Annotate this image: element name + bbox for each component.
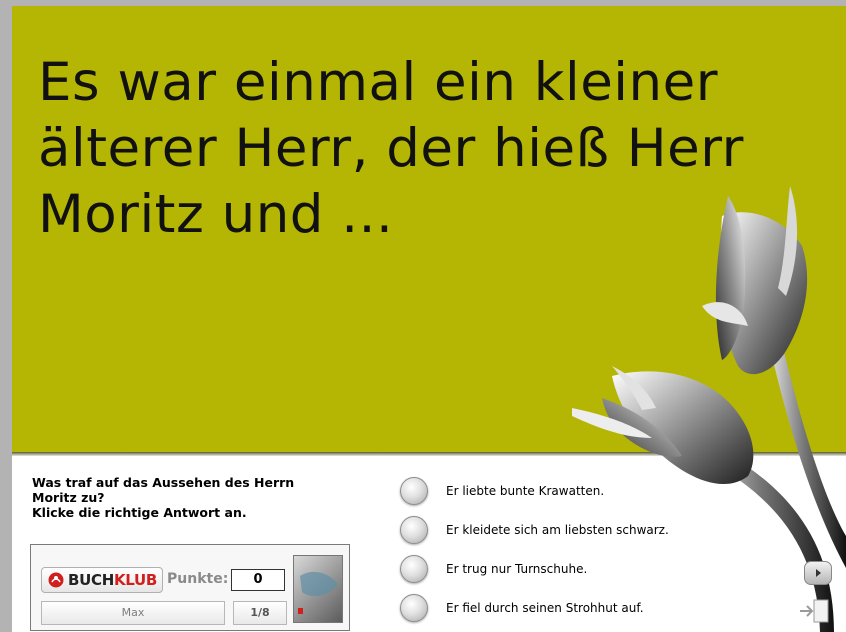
points-value: 0 <box>231 569 285 591</box>
answer-label: Er kleidete sich am liebsten schwarz. <box>446 523 669 537</box>
player-name: Max <box>41 601 225 625</box>
book-cover-image <box>293 555 343 623</box>
question-line: Moritz zu? <box>32 490 105 505</box>
radio-button[interactable] <box>400 594 428 622</box>
points-label: Punkte: <box>167 571 229 587</box>
answer-option[interactable]: Er kleidete sich am liebsten schwarz. <box>400 514 720 546</box>
answer-label: Er liebte bunte Krawatten. <box>446 484 605 498</box>
answer-label: Er fiel durch seinen Strohhut auf. <box>446 601 644 615</box>
book-cover-art <box>298 571 338 614</box>
play-triangle-icon <box>816 569 821 577</box>
logo-text-buch: BUCH <box>68 571 114 589</box>
next-button[interactable] <box>804 561 832 585</box>
logo-text-klub: KLUB <box>113 571 158 589</box>
exit-door-icon <box>800 599 829 623</box>
buchklub-logo-icon <box>48 572 64 588</box>
story-line: Es war einmal ein kleiner <box>38 52 719 113</box>
answer-option[interactable]: Er trug nur Turnschuhe. <box>400 553 720 585</box>
exit-button[interactable] <box>798 596 832 626</box>
score-panel: BUCHKLUB Punkte: 0 Max 1/8 <box>30 544 350 631</box>
page-counter: 1/8 <box>233 601 287 625</box>
radio-button[interactable] <box>400 516 428 544</box>
answer-option[interactable]: Er fiel durch seinen Strohhut auf. <box>400 592 720 624</box>
logo-text: BUCHKLUB <box>68 571 157 589</box>
story-line: älterer Herr, der hieß Herr <box>38 118 744 179</box>
question-text: Was traf auf das Aussehen des Herrn Mori… <box>32 475 332 520</box>
buchklub-logo: BUCHKLUB <box>41 567 163 593</box>
question-line: Was traf auf das Aussehen des Herrn <box>32 475 295 490</box>
answer-option[interactable]: Er liebte bunte Krawatten. <box>400 475 720 507</box>
radio-button[interactable] <box>400 555 428 583</box>
radio-button[interactable] <box>400 477 428 505</box>
app-frame: Es war einmal ein kleiner älterer Herr, … <box>12 6 846 632</box>
answer-label: Er trug nur Turnschuhe. <box>446 562 588 576</box>
question-line: Klicke die richtige Antwort an. <box>32 505 247 520</box>
